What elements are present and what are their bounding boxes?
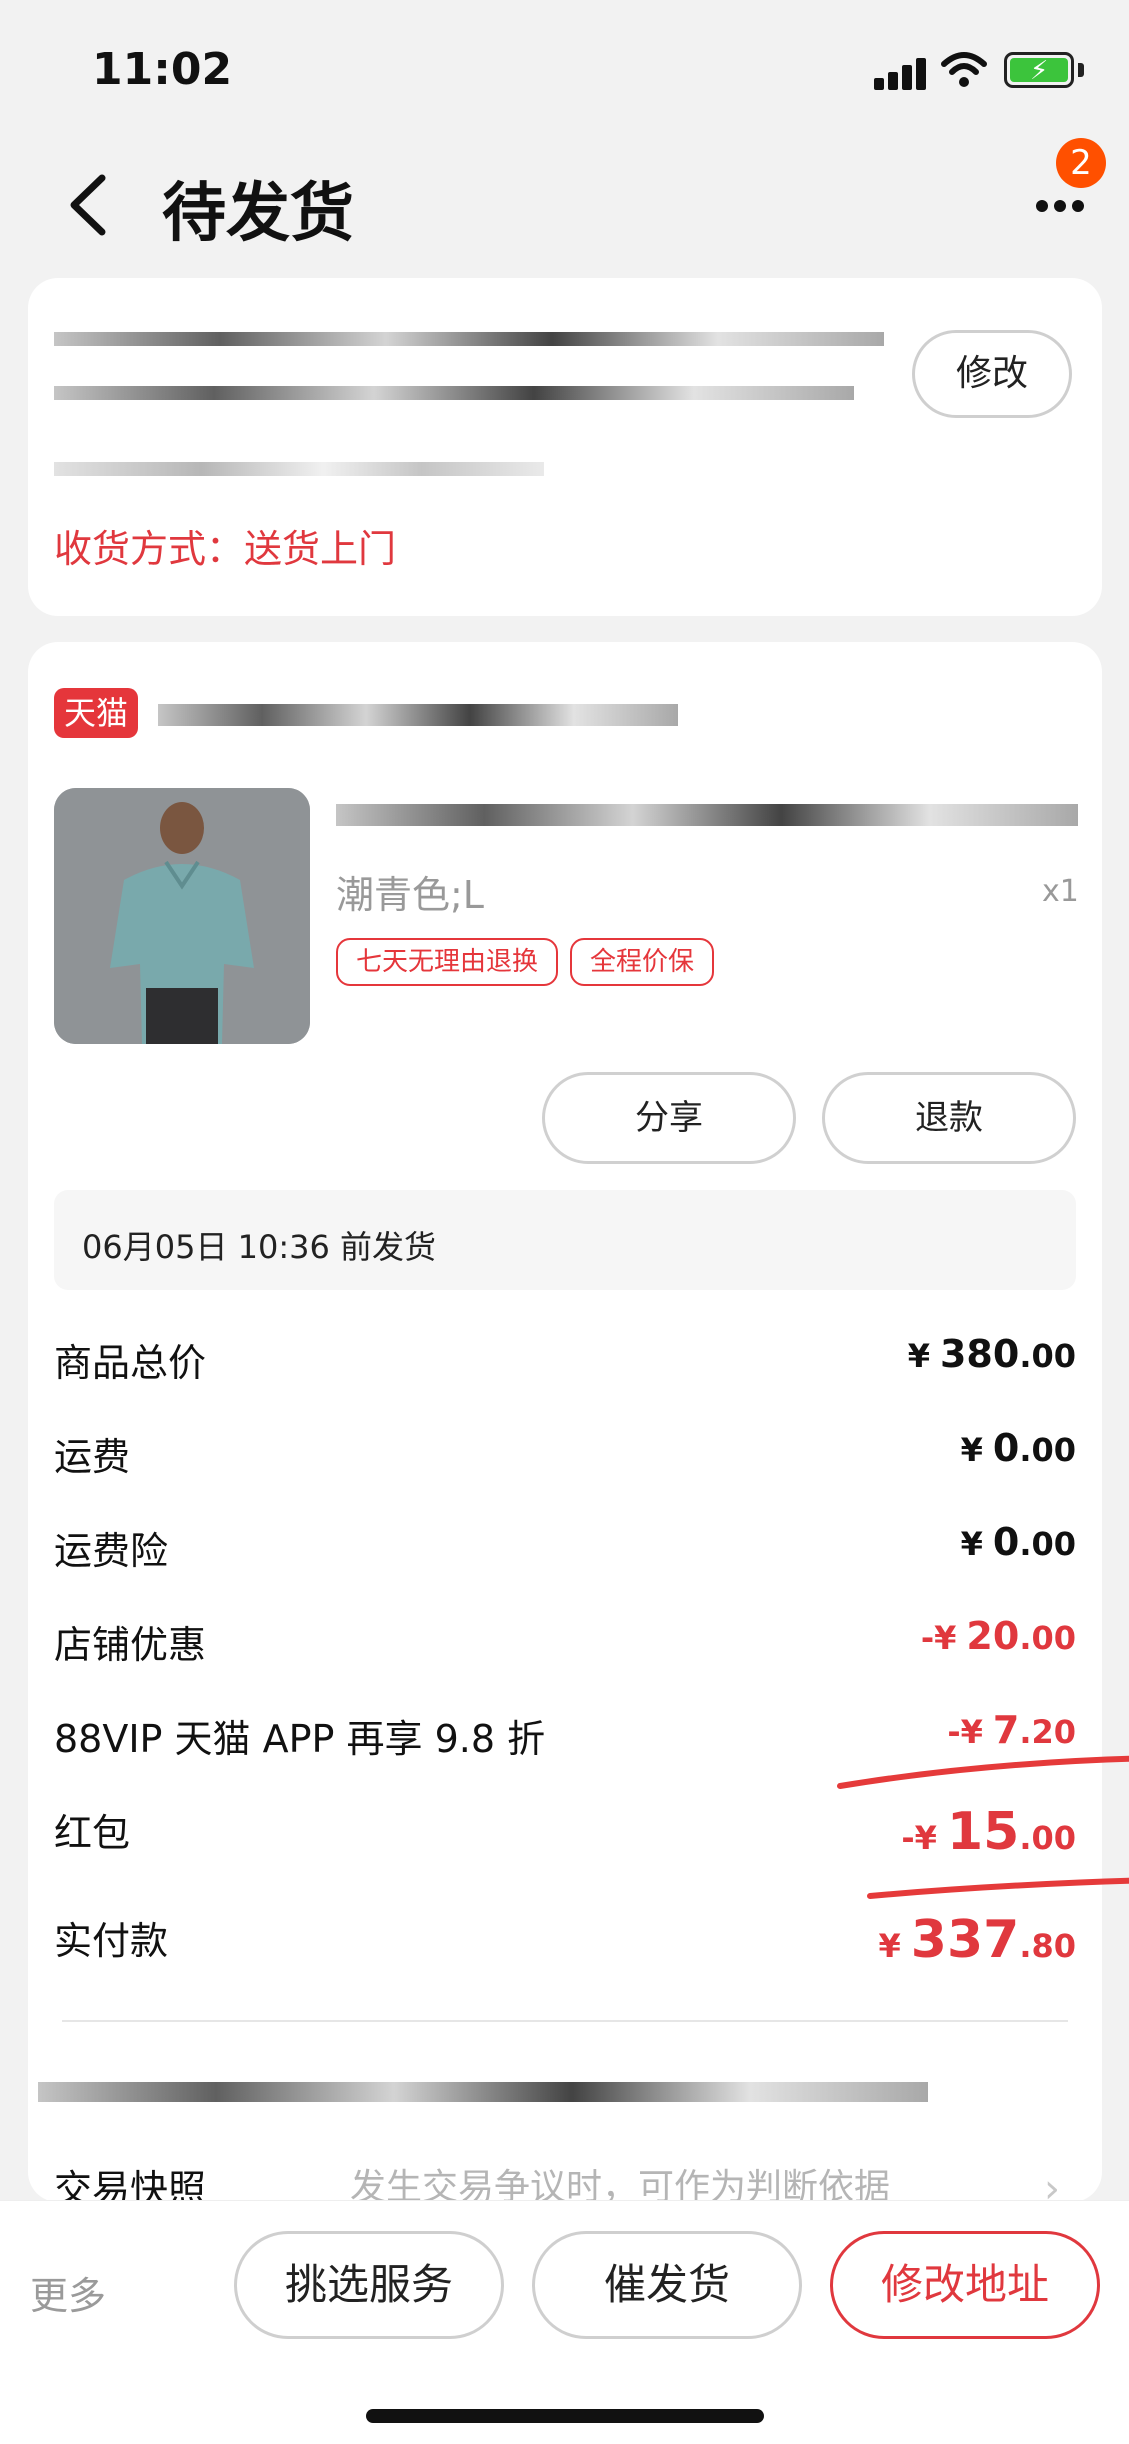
amount-integer: 0 xyxy=(992,1426,1020,1470)
shipping-deadline-box: 06月05日 10:36 前发货 xyxy=(54,1190,1076,1290)
price-row-value: ¥0.00 xyxy=(961,1426,1076,1470)
amount-decimal: .00 xyxy=(1019,1337,1076,1375)
back-arrow-icon[interactable] xyxy=(60,170,120,240)
amount-decimal: .00 xyxy=(1019,1619,1076,1657)
price-row-label: 实付款 xyxy=(54,1919,169,1963)
share-button[interactable]: 分享 xyxy=(542,1072,796,1164)
price-row-label: 红包 xyxy=(54,1811,131,1855)
modify-address-bottom-button[interactable]: 修改地址 xyxy=(830,2231,1100,2339)
amount-decimal: .00 xyxy=(1019,1431,1076,1469)
more-link[interactable]: 更多 xyxy=(30,2265,106,2320)
amount-integer: 0 xyxy=(992,1520,1020,1564)
price-row-label: 商品总价 xyxy=(54,1341,207,1385)
redacted-phone xyxy=(54,462,544,476)
amount-integer: 380 xyxy=(939,1332,1020,1376)
notification-badge: 2 xyxy=(1056,138,1106,188)
redacted-shop-name[interactable] xyxy=(158,704,678,726)
return-policy-tag: 七天无理由退换 xyxy=(336,938,558,986)
highlight-underline-icon xyxy=(837,1755,1129,1899)
product-image[interactable] xyxy=(54,788,310,1044)
order-card: 天猫 潮青色;L x1 七天无理由退换 全程价保 分享 退款 06月05日 10… xyxy=(28,642,1129,2212)
refund-button[interactable]: 退款 xyxy=(822,1072,1076,1164)
redacted-order-info xyxy=(38,2082,928,2102)
more-dots-icon[interactable] xyxy=(1030,186,1090,226)
address-card[interactable]: 修改 收货方式：送货上门 xyxy=(28,278,1102,616)
currency-symbol: ¥ xyxy=(960,1525,983,1563)
battery-icon: ⚡ xyxy=(1004,52,1074,88)
price-row: 运费险 ¥0.00 xyxy=(54,1520,1076,1580)
status-time: 11:02 xyxy=(92,44,233,95)
redacted-name xyxy=(54,332,884,346)
redacted-product-title[interactable] xyxy=(336,804,1078,826)
currency-symbol: ¥ xyxy=(960,1431,983,1469)
amount-integer: 20 xyxy=(966,1614,1020,1658)
product-variant: 潮青色;L xyxy=(336,873,484,917)
amount-decimal: .80 xyxy=(1019,1927,1076,1965)
price-protection-tag: 全程价保 xyxy=(570,938,714,986)
currency-symbol: ¥ xyxy=(907,1337,930,1375)
redacted-address xyxy=(54,386,854,400)
amount-decimal: .00 xyxy=(1019,1525,1076,1563)
price-row-label: 店铺优惠 xyxy=(54,1623,207,1667)
price-row-label: 运费险 xyxy=(54,1529,169,1573)
delivery-method: 收货方式：送货上门 xyxy=(54,527,397,571)
nav-bar: 待发货 xyxy=(0,140,1129,270)
price-row: 商品总价 ¥380.00 xyxy=(54,1332,1076,1392)
urge-shipping-button[interactable]: 催发货 xyxy=(532,2231,802,2339)
price-row: 店铺优惠 -¥ 20.00 xyxy=(54,1614,1076,1674)
price-row-label: 88VIP 天猫 APP 再享 9.8 折 xyxy=(54,1717,546,1761)
currency-symbol: -¥ xyxy=(920,1619,957,1657)
price-row-value: -¥ 20.00 xyxy=(921,1614,1076,1658)
price-row: 实付款 ¥337.80 xyxy=(54,1910,1076,1970)
select-service-button[interactable]: 挑选服务 xyxy=(234,2231,504,2339)
wifi-icon xyxy=(941,52,987,87)
bottom-action-bar: 更多 挑选服务 催发货 修改地址 xyxy=(0,2200,1129,2444)
home-indicator xyxy=(366,2409,764,2423)
product-quantity: x1 xyxy=(1042,874,1079,909)
price-row-value: ¥337.80 xyxy=(879,1910,1077,1970)
price-row-value: ¥380.00 xyxy=(908,1332,1076,1376)
shipping-deadline: 06月05日 10:36 前发货 xyxy=(82,1228,437,1266)
status-bar: 11:02 ⚡ xyxy=(0,0,1129,140)
battery-tip xyxy=(1078,63,1084,77)
page-title: 待发货 xyxy=(162,177,354,251)
currency-symbol: ¥ xyxy=(878,1927,901,1965)
modify-address-button[interactable]: 修改 xyxy=(912,330,1072,418)
signal-icon xyxy=(874,56,930,90)
section-divider xyxy=(62,2020,1068,2022)
price-row-label: 运费 xyxy=(54,1435,131,1479)
tmall-tag: 天猫 xyxy=(54,688,138,738)
price-row: 运费 ¥0.00 xyxy=(54,1426,1076,1486)
amount-integer: 337 xyxy=(910,1910,1020,1970)
price-row-value: ¥0.00 xyxy=(961,1520,1076,1564)
